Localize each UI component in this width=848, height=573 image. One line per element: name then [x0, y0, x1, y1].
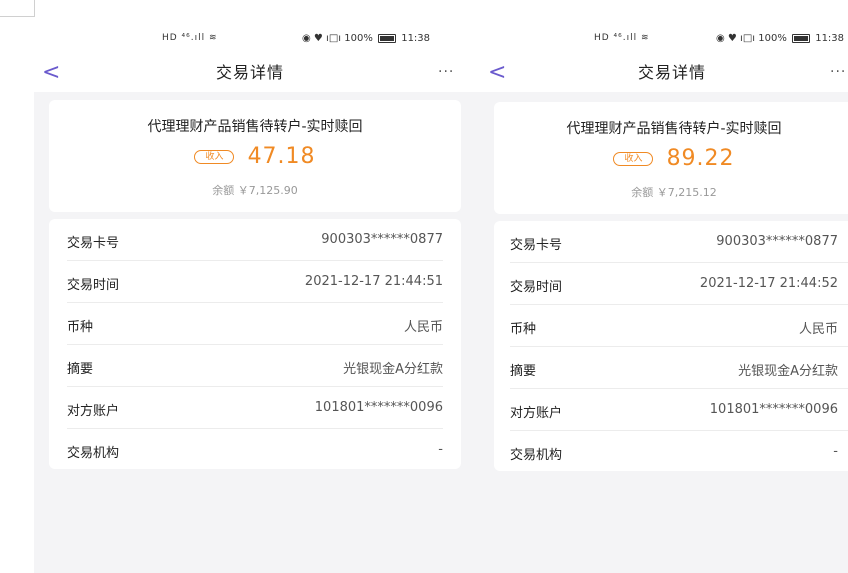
- phone-screen-left: HD ⁴⁶.ıll ≋ ◉ ♥ ı□ı 100% 11:38 < 交易详情 ··…: [34, 0, 478, 573]
- detail-row: 对方账户 101801*******0096: [49, 387, 461, 429]
- detail-label: 对方账户: [67, 404, 120, 419]
- detail-value: 2021-12-17 21:44:51: [304, 274, 443, 289]
- balance: 余额 ￥7,215.12: [631, 186, 717, 199]
- status-bar: HD ⁴⁶.ıll ≋ ◉ ♥ ı□ı 100% 11:38: [478, 33, 848, 49]
- detail-row: 交易时间 2021-12-17 21:44:52: [494, 263, 848, 305]
- detail-row: 对方账户 101801*******0096: [494, 389, 848, 431]
- detail-value: 101801*******0096: [709, 402, 838, 417]
- back-icon[interactable]: <: [488, 60, 506, 86]
- detail-row: 币种 人民币: [494, 305, 848, 347]
- signal-icon: HD ⁴⁶.ıll ≋: [594, 33, 650, 43]
- amount: 47.18: [247, 144, 316, 169]
- detail-value: 光银现金A分红款: [343, 362, 443, 377]
- detail-value: 101801*******0096: [314, 400, 443, 415]
- detail-row: 交易卡号 900303******0877: [494, 221, 848, 263]
- detail-value: 光银现金A分红款: [738, 364, 838, 379]
- status-icons: ◉ ♥ ı□ı 100%: [716, 33, 787, 44]
- page-title: 交易详情: [638, 63, 707, 82]
- page-title: 交易详情: [216, 63, 285, 82]
- detail-label: 交易卡号: [67, 236, 120, 251]
- transaction-title: 代理理财产品销售待转户-实时赎回: [566, 121, 782, 137]
- detail-row: 交易卡号 900303******0877: [49, 219, 461, 261]
- transaction-title: 代理理财产品销售待转户-实时赎回: [147, 119, 363, 135]
- detail-label: 交易机构: [67, 446, 120, 461]
- battery-icon: [792, 33, 811, 43]
- battery-icon: [378, 33, 397, 43]
- status-bar: HD ⁴⁶.ıll ≋ ◉ ♥ ı□ı 100% 11:38: [34, 33, 478, 49]
- detail-row: 币种 人民币: [49, 303, 461, 345]
- status-time: 11:38: [401, 33, 431, 44]
- corner-mark: [0, 0, 35, 17]
- content-area: 代理理财产品销售待转户-实时赎回 收入 47.18 余额 ￥7,125.90 交…: [34, 92, 478, 573]
- detail-row: 交易时间 2021-12-17 21:44:51: [49, 261, 461, 303]
- detail-label: 摘要: [67, 362, 94, 377]
- detail-label: 交易时间: [510, 280, 563, 295]
- detail-label: 交易时间: [67, 278, 120, 293]
- detail-label: 交易机构: [510, 448, 563, 463]
- nav-bar: < 交易详情 ···: [34, 60, 478, 88]
- detail-label: 币种: [67, 320, 94, 335]
- signal-icon: HD ⁴⁶.ıll ≋: [162, 33, 218, 43]
- detail-row: 摘要 光银现金A分红款: [494, 347, 848, 389]
- status-time: 11:38: [815, 33, 845, 44]
- phone-screen-right: HD ⁴⁶.ıll ≋ ◉ ♥ ı□ı 100% 11:38 < 交易详情 ··…: [478, 0, 848, 573]
- detail-row: 交易机构 -: [494, 431, 848, 473]
- more-icon[interactable]: ···: [830, 60, 846, 84]
- income-badge: 收入: [613, 151, 654, 166]
- detail-label: 交易卡号: [510, 238, 563, 253]
- detail-value: 900303******0877: [716, 234, 838, 249]
- detail-label: 币种: [510, 322, 537, 337]
- balance: 余额 ￥7,125.90: [212, 184, 298, 197]
- details-card: 交易卡号 900303******0877 交易时间 2021-12-17 21…: [49, 219, 461, 469]
- detail-label: 对方账户: [510, 406, 563, 421]
- amount: 89.22: [666, 146, 735, 171]
- summary-card: 代理理财产品销售待转户-实时赎回 收入 89.22 余额 ￥7,215.12: [494, 102, 848, 214]
- back-icon[interactable]: <: [42, 60, 60, 86]
- nav-bar: < 交易详情 ···: [478, 60, 848, 88]
- detail-value: 900303******0877: [321, 232, 443, 247]
- summary-card: 代理理财产品销售待转户-实时赎回 收入 47.18 余额 ￥7,125.90: [49, 100, 461, 212]
- detail-value: 人民币: [403, 320, 443, 335]
- detail-row: 交易机构 -: [49, 429, 461, 471]
- details-card: 交易卡号 900303******0877 交易时间 2021-12-17 21…: [494, 221, 848, 471]
- detail-row: 摘要 光银现金A分红款: [49, 345, 461, 387]
- detail-value: 人民币: [798, 322, 838, 337]
- income-badge: 收入: [194, 149, 235, 164]
- detail-value: -: [833, 444, 838, 459]
- detail-value: 2021-12-17 21:44:52: [699, 276, 838, 291]
- more-icon[interactable]: ···: [438, 60, 454, 84]
- detail-label: 摘要: [510, 364, 537, 379]
- content-area: 代理理财产品销售待转户-实时赎回 收入 89.22 余额 ￥7,215.12 交…: [478, 92, 848, 573]
- status-icons: ◉ ♥ ı□ı 100%: [302, 33, 373, 44]
- detail-value: -: [438, 442, 443, 457]
